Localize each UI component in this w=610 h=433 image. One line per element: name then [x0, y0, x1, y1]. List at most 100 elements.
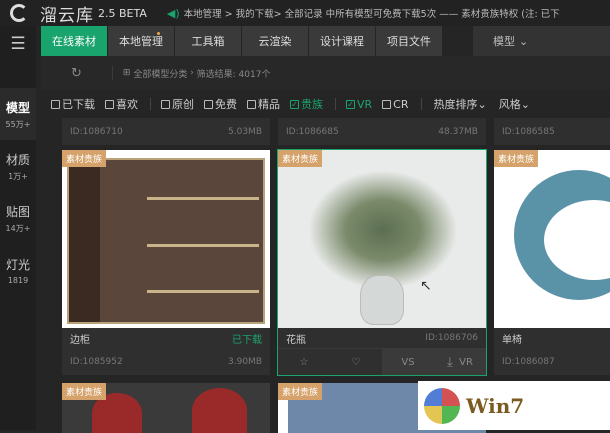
tab-online[interactable]: 在线素材: [41, 26, 107, 56]
card-prev[interactable]: ID:1086710 5.03MB: [62, 118, 270, 145]
compare-button[interactable]: VS: [382, 349, 434, 375]
noble-badge: 素材贵族: [278, 383, 323, 400]
sidebar-label: 贴图: [5, 204, 30, 219]
filter-label: CR: [393, 97, 409, 111]
checkbox-icon: [382, 99, 392, 109]
breadcrumb: ↻ ⊞ 全部模型分类 › 筛选结果: 4017个: [41, 56, 610, 90]
sidebar: ☰ 模型 55万+ 材质 1万+ 贴图 14万+ 灯光 1819: [0, 26, 36, 430]
filter-bar: 已下载 喜欢 原创 免费 精品 ✓ 贵族 ✓ VR CR 热度排序⌄ 风格⌄: [41, 90, 610, 118]
type-dropdown-label: 模型: [493, 35, 515, 48]
card-id: ID:1086710: [70, 126, 123, 137]
result-count: 筛选结果: 4017个: [196, 69, 271, 80]
card-id: ID:1086706: [425, 333, 478, 343]
filter-label: 贵族: [301, 98, 323, 111]
grid-icon: ⊞: [122, 68, 134, 78]
tab-tools[interactable]: 工具箱: [175, 26, 241, 56]
checkbox-checked-icon: ✓: [346, 99, 355, 109]
sidebar-count: 14万+: [5, 223, 31, 233]
tab-label: 本地管理: [119, 35, 163, 48]
card-prev[interactable]: ID:1086685 48.37MB: [278, 118, 486, 145]
card-next[interactable]: 素材贵族: [62, 383, 270, 433]
sidebar-item-material[interactable]: 材质 1万+: [0, 140, 36, 192]
cursor-icon: ↖: [420, 278, 432, 294]
sort-label: 热度排序: [433, 98, 478, 111]
chevron-right-icon: ›: [187, 68, 197, 78]
card-title: 花瓶: [286, 334, 306, 346]
card-sideboard[interactable]: 素材贵族 边柜 已下载 ID:1085952 3.90MB: [62, 150, 270, 375]
sidebar-label: 模型: [5, 100, 30, 115]
filter-label: 喜欢: [116, 98, 138, 111]
sort-dropdown[interactable]: 热度排序⌄: [434, 96, 487, 112]
sidebar-count: 1万+: [8, 171, 28, 181]
card-chair[interactable]: 素材贵族 单椅 ID:1086087: [494, 150, 610, 375]
divider: [150, 98, 151, 110]
vr-label: VR: [459, 356, 473, 368]
filter-noble[interactable]: ✓ 贵族: [290, 96, 323, 112]
card-size: 3.90MB: [228, 356, 262, 367]
checkbox-checked-icon: ✓: [290, 99, 299, 109]
tab-courses[interactable]: 设计课程: [309, 26, 375, 56]
tab-local[interactable]: 本地管理: [108, 26, 174, 56]
card-title: 边柜: [70, 334, 90, 346]
star-icon[interactable]: ☆: [278, 349, 330, 375]
card-id: ID:1086685: [286, 126, 339, 137]
heart-icon[interactable]: ♡: [330, 349, 382, 375]
filter-downloaded[interactable]: 已下载: [51, 96, 95, 112]
checkbox-icon: [51, 99, 60, 109]
tab-projects[interactable]: 项目文件: [376, 26, 442, 56]
vase-image: [308, 170, 458, 290]
sidebar-label: 灯光: [5, 257, 30, 272]
filter-free[interactable]: 免费: [204, 96, 237, 112]
main-tabs: 在线素材 本地管理 工具箱 云渲染 设计课程 项目文件 模型 ⌄: [41, 26, 610, 56]
noble-badge: 素材贵族: [62, 150, 107, 167]
checkbox-icon: [204, 99, 213, 109]
style-dropdown[interactable]: 风格⌄: [499, 96, 530, 112]
card-prev[interactable]: ID:1086585: [494, 118, 610, 145]
card-id: ID:1085952: [70, 356, 123, 367]
filter-premium[interactable]: 精品: [247, 96, 280, 112]
noble-badge: 素材贵族: [494, 150, 539, 167]
sidebar-item-light[interactable]: 灯光 1819: [0, 244, 36, 296]
checkbox-icon: [161, 99, 170, 109]
app-logo-icon: [10, 4, 28, 22]
card-size: 5.03MB: [228, 126, 262, 137]
new-dot-icon: [157, 32, 160, 35]
filter-liked[interactable]: 喜欢: [105, 96, 138, 112]
sidebar-count: 55万+: [5, 119, 31, 129]
noble-badge: 素材贵族: [278, 150, 323, 167]
speaker-icon: ◀): [166, 6, 180, 20]
menu-icon[interactable]: ☰: [0, 26, 36, 62]
type-dropdown[interactable]: 模型 ⌄: [473, 26, 610, 56]
tab-cloud-render[interactable]: 云渲染: [242, 26, 308, 56]
app-name: 溜云库: [40, 5, 94, 26]
watermark-text: Win7: [466, 393, 525, 418]
filter-cr[interactable]: CR: [382, 97, 409, 111]
filter-vr[interactable]: ✓ VR: [346, 98, 372, 111]
noble-badge: 素材贵族: [62, 383, 107, 400]
filter-label: VR: [357, 97, 373, 111]
card-id: ID:1086585: [502, 126, 555, 137]
thumbnail: 素材贵族 ↖: [278, 150, 486, 328]
checkbox-icon: [105, 99, 114, 109]
breadcrumb-category[interactable]: 全部模型分类: [133, 67, 187, 80]
sideboard-image: [67, 158, 265, 324]
watermark: Win7: [418, 381, 610, 430]
thumbnail: 素材贵族: [494, 150, 610, 328]
filter-label: 免费: [215, 98, 237, 111]
filter-original[interactable]: 原创: [161, 96, 194, 112]
windows-logo-icon: [424, 387, 460, 424]
refresh-icon[interactable]: ↻: [71, 66, 82, 81]
sidebar-item-model[interactable]: 模型 55万+: [0, 88, 36, 140]
thumbnail: 素材贵族: [62, 150, 270, 328]
card-size: 48.37MB: [438, 126, 478, 137]
sidebar-item-texture[interactable]: 贴图 14万+: [0, 192, 36, 244]
notice-bar: ◀) 本地管理 > 我的下载> 全部记录 中所有模型可免费下载5次 —— 素材贵族…: [166, 6, 560, 21]
card-vase[interactable]: 素材贵族 ↖ 花瓶 ID:1086706 ☆ ♡ VS ⤓ VR: [277, 149, 487, 376]
card-title: 单椅: [502, 334, 522, 346]
app-version: 2.5 BETA: [98, 6, 147, 20]
filter-label: 精品: [258, 98, 280, 111]
sidebar-label: 材质: [5, 152, 30, 167]
divider: [111, 66, 113, 80]
download-button[interactable]: ⤓ VR: [434, 349, 486, 375]
downloaded-status: 已下载: [232, 334, 262, 346]
